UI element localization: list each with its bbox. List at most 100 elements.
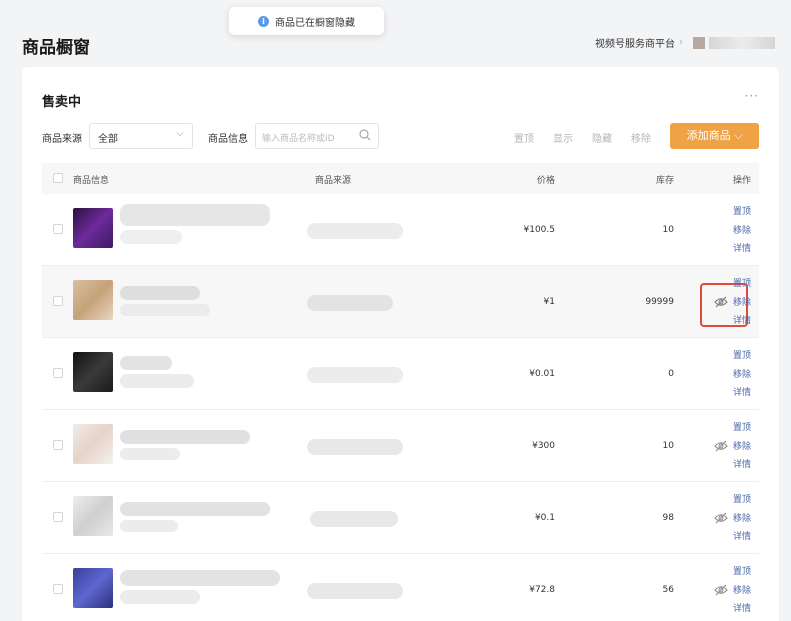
product-panel: 售卖中 ··· 商品来源 全部 ⌵ 商品信息 输入商品名称或ID 置顶 显示 隐… <box>22 67 779 621</box>
detail-link[interactable]: 详情 <box>733 240 751 259</box>
panel-title: 售卖中 <box>42 95 82 110</box>
eye-hidden-icon[interactable] <box>714 512 728 524</box>
product-price: ¥1 <box>543 297 555 307</box>
row-actions: 置顶 移除 详情 <box>733 419 751 475</box>
row-actions: 置顶 移除 详情 <box>733 491 751 547</box>
avatar[interactable] <box>693 36 705 49</box>
pin-link[interactable]: 置顶 <box>733 563 751 582</box>
toast-text: 商品已在橱窗隐藏 <box>275 17 355 29</box>
pin-link[interactable]: 置顶 <box>733 491 751 510</box>
more-icon[interactable]: ··· <box>745 89 759 103</box>
product-source-blurred <box>307 367 403 383</box>
product-stock: 99999 <box>645 297 674 307</box>
table-row: ¥72.8 56 置顶 移除 详情 <box>42 554 759 621</box>
product-price: ¥0.1 <box>534 513 555 523</box>
remove-link[interactable]: 移除 <box>733 438 751 457</box>
eye-hidden-icon[interactable] <box>714 440 728 452</box>
col-price: 价格 <box>536 176 555 186</box>
row-checkbox[interactable] <box>53 584 63 594</box>
user-name-blurred[interactable] <box>709 36 775 49</box>
product-source-blurred <box>307 223 403 239</box>
table-row: ¥300 10 置顶 移除 详情 <box>42 410 759 482</box>
row-actions: 置顶 移除 详情 <box>733 275 751 331</box>
product-source-blurred <box>310 511 398 527</box>
product-name-blurred <box>120 204 270 226</box>
select-all-checkbox[interactable] <box>53 173 63 183</box>
row-checkbox[interactable] <box>53 512 63 522</box>
pin-link[interactable]: 置顶 <box>733 419 751 438</box>
col-stock: 库存 <box>655 176 674 186</box>
search-icon[interactable] <box>359 129 371 141</box>
row-checkbox[interactable] <box>53 440 63 450</box>
pin-link[interactable]: 置顶 <box>733 203 751 222</box>
detail-link[interactable]: 详情 <box>733 384 751 403</box>
table-header: 商品信息 商品来源 价格 库存 操作 <box>42 163 759 194</box>
product-price: ¥300 <box>532 441 555 451</box>
chevron-right-icon: › <box>679 37 683 48</box>
platform-link[interactable]: 视频号服务商平台 <box>595 35 675 50</box>
product-thumbnail <box>73 424 113 464</box>
info-icon: i <box>258 15 269 27</box>
bulk-pin-button[interactable]: 置顶 <box>514 130 534 145</box>
row-checkbox[interactable] <box>53 368 63 378</box>
row-checkbox[interactable] <box>53 224 63 234</box>
col-ops: 操作 <box>732 176 751 186</box>
product-source-blurred <box>307 295 393 311</box>
product-thumbnail <box>73 352 113 392</box>
product-meta-blurred <box>120 374 194 388</box>
col-source: 商品来源 <box>315 176 352 186</box>
top-right-nav: 视频号服务商平台 › <box>595 35 775 50</box>
source-select-value: 全部 <box>98 134 118 145</box>
table-row: ¥0.1 98 置顶 移除 详情 <box>42 482 759 554</box>
product-source-blurred <box>307 583 403 599</box>
product-thumbnail <box>73 280 113 320</box>
remove-link[interactable]: 移除 <box>733 582 751 601</box>
product-thumbnail <box>73 496 113 536</box>
product-price: ¥0.01 <box>529 369 555 379</box>
detail-link[interactable]: 详情 <box>733 600 751 619</box>
detail-link[interactable]: 详情 <box>733 312 751 331</box>
product-stock: 0 <box>668 369 674 379</box>
product-stock: 10 <box>662 225 674 235</box>
source-select[interactable]: 全部 ⌵ <box>89 123 193 149</box>
table-row: ¥100.5 10 置顶 移除 详情 <box>42 194 759 266</box>
remove-link[interactable]: 移除 <box>733 222 751 241</box>
product-thumbnail <box>73 568 113 608</box>
product-stock: 98 <box>662 513 674 523</box>
toast-notification: i 商品已在橱窗隐藏 <box>229 7 384 35</box>
col-info: 商品信息 <box>73 176 110 186</box>
product-meta-blurred <box>120 520 178 532</box>
remove-link[interactable]: 移除 <box>733 294 751 313</box>
bulk-hide-button[interactable]: 隐藏 <box>592 130 612 145</box>
eye-hidden-icon[interactable] <box>714 296 728 308</box>
source-filter-label: 商品来源 <box>42 134 82 145</box>
pin-link[interactable]: 置顶 <box>733 275 751 294</box>
product-name-blurred <box>120 502 270 516</box>
pin-link[interactable]: 置顶 <box>733 347 751 366</box>
search-input[interactable]: 输入商品名称或ID <box>255 123 379 149</box>
chevron-down-icon: ⌵ <box>176 128 184 139</box>
bulk-show-button[interactable]: 显示 <box>553 130 573 145</box>
bulk-remove-button[interactable]: 移除 <box>631 130 651 145</box>
table-row: ¥0.01 0 置顶 移除 详情 <box>42 338 759 410</box>
product-stock: 10 <box>662 441 674 451</box>
row-actions: 置顶 移除 详情 <box>733 347 751 403</box>
add-product-button[interactable]: 添加商品 ⌵ <box>670 123 759 149</box>
row-actions: 置顶 移除 详情 <box>733 563 751 619</box>
product-meta-blurred <box>120 230 182 244</box>
product-meta-blurred <box>120 590 200 604</box>
row-checkbox[interactable] <box>53 296 63 306</box>
product-price: ¥100.5 <box>523 225 556 235</box>
product-name-blurred <box>120 356 172 370</box>
product-name-blurred <box>120 430 250 444</box>
remove-link[interactable]: 移除 <box>733 366 751 385</box>
search-placeholder: 输入商品名称或ID <box>262 134 335 144</box>
remove-link[interactable]: 移除 <box>733 510 751 529</box>
product-meta-blurred <box>120 304 210 316</box>
detail-link[interactable]: 详情 <box>733 456 751 475</box>
table-row: ¥1 99999 置顶 移除 详情 <box>42 266 759 338</box>
eye-hidden-icon[interactable] <box>714 584 728 596</box>
info-filter-label: 商品信息 <box>208 134 248 145</box>
detail-link[interactable]: 详情 <box>733 528 751 547</box>
product-stock: 56 <box>662 585 674 595</box>
